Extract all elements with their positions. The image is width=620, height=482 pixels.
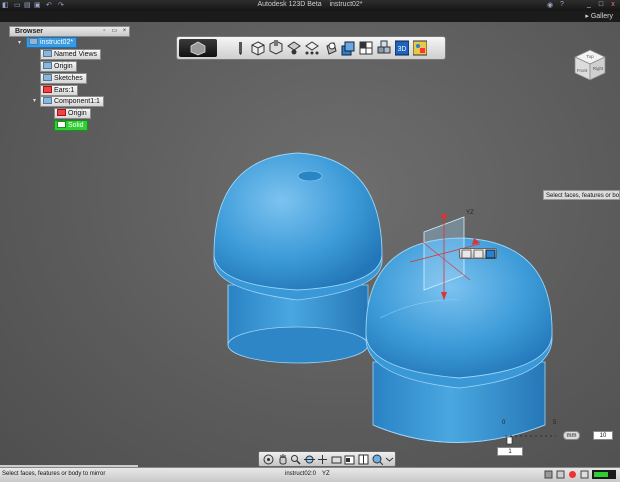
chevron-down-icon — [385, 457, 394, 462]
fit-button[interactable] — [317, 454, 328, 465]
distance-ruler[interactable] — [505, 435, 556, 445]
ruler-end-input[interactable]: 10 — [593, 431, 613, 440]
status-message: Select faces, features or body to mirror — [2, 471, 106, 477]
mirror-ok-button[interactable] — [485, 249, 496, 259]
error-status-icon[interactable] — [568, 470, 577, 479]
performance-meter-icon — [592, 470, 616, 479]
warning-icon — [569, 471, 576, 478]
camera-icon — [331, 456, 342, 464]
view-settings-button[interactable] — [372, 454, 384, 466]
orbit-button[interactable] — [263, 454, 274, 465]
more-button[interactable] — [384, 454, 395, 465]
performance-status — [592, 470, 616, 479]
grid-toggle-icon — [358, 454, 369, 465]
gizmo-axis-label: YZ — [466, 210, 474, 216]
left-solid[interactable] — [213, 152, 383, 364]
look-at-button[interactable] — [304, 454, 315, 465]
status-bar: Select faces, features or body to mirror… — [0, 467, 620, 482]
ortho-icon — [580, 470, 589, 479]
mini-toolbar-icons — [461, 249, 496, 259]
visual-style-button[interactable] — [344, 454, 355, 465]
view-settings-icon — [372, 454, 384, 466]
mirror-body-button[interactable] — [473, 249, 484, 259]
mirror-mini-toolbar — [459, 248, 497, 259]
visual-style-icon — [344, 455, 355, 465]
ruler-end-label: 5 — [553, 420, 557, 426]
snap-status-icon[interactable] — [544, 470, 553, 479]
viewport-3d[interactable]: YZ — [0, 0, 620, 482]
z-arrow-icon[interactable] — [441, 214, 447, 222]
mirror-plane-button[interactable] — [461, 249, 472, 259]
distance-input[interactable]: 1 — [497, 447, 523, 456]
hand-icon — [279, 454, 287, 465]
ruler-handle[interactable] — [506, 436, 513, 445]
zoom-icon — [291, 455, 301, 465]
grid-status-icon[interactable] — [556, 470, 565, 479]
status-document: instruct02:0 — [285, 471, 317, 477]
zoom-button[interactable] — [290, 454, 301, 465]
grid-toggle-button[interactable] — [358, 454, 369, 465]
grid-status-glyph-icon — [556, 470, 565, 479]
status-plane: YZ — [322, 471, 330, 477]
camera-button[interactable] — [331, 454, 342, 465]
navigation-bar — [258, 451, 396, 467]
orbit-icon — [263, 454, 274, 465]
pan-button[interactable] — [277, 454, 288, 465]
snap-icon — [544, 470, 553, 479]
ortho-status-icon[interactable] — [580, 470, 589, 479]
unit-button[interactable]: mm — [563, 431, 580, 440]
ruler-start-label: 0 — [502, 420, 506, 426]
look-at-icon — [304, 455, 315, 464]
fit-icon — [318, 455, 327, 464]
